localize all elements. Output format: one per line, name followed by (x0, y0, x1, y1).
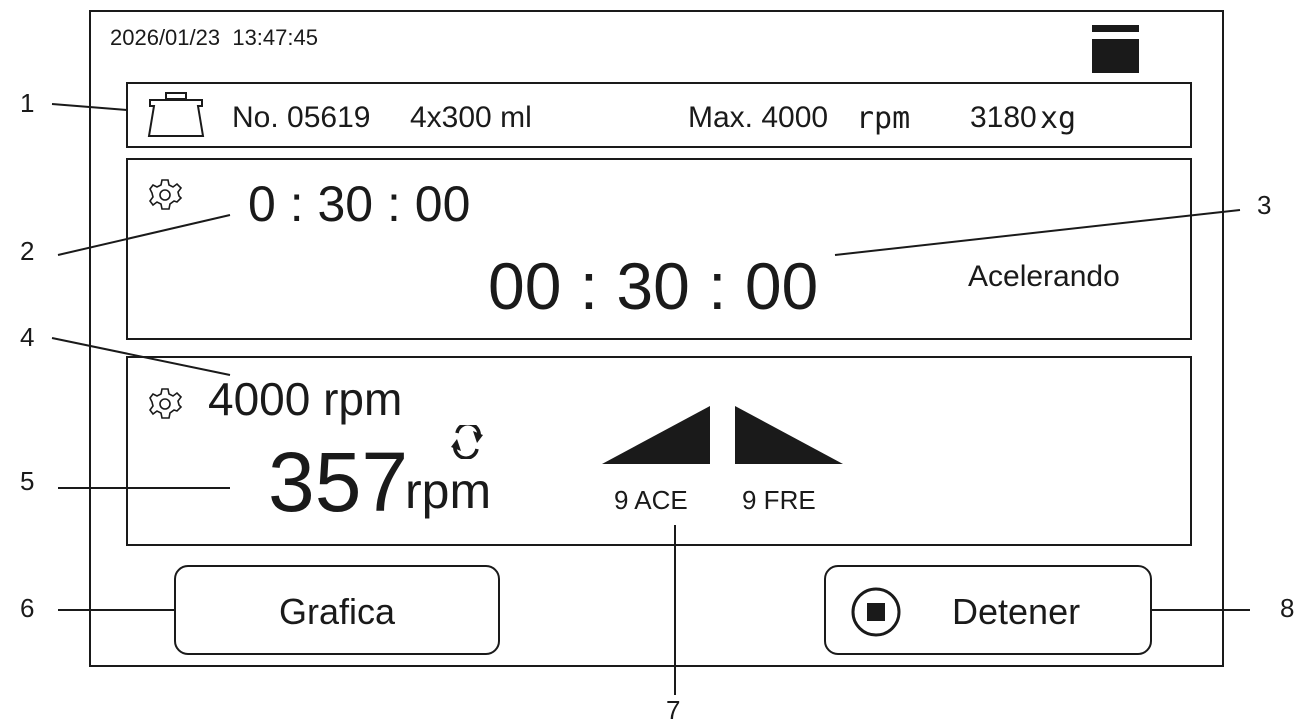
run-status: Acelerando (968, 260, 1120, 293)
graph-button[interactable]: Grafica (174, 565, 500, 655)
set-speed-value: 4000 rpm (208, 373, 403, 425)
stop-button-label: Detener (952, 591, 1081, 632)
brake-level-label[interactable]: 9 FRE (742, 485, 816, 516)
current-speed-value: 357 (268, 435, 409, 529)
stop-icon (850, 586, 902, 643)
acceleration-ramp-icon (600, 404, 712, 471)
callout-5: 5 (20, 466, 35, 496)
callout-8: 8 (1280, 593, 1295, 623)
accel-level-label[interactable]: 9 ACE (614, 485, 688, 516)
callout-6: 6 (20, 593, 35, 623)
max-speed-label: Max. 4000 (688, 101, 829, 134)
rotation-arrows-icon (445, 422, 489, 464)
callout-7: 7 (666, 695, 681, 725)
callout-1: 1 (20, 88, 35, 118)
gear-icon (147, 386, 183, 427)
gear-icon (147, 177, 183, 218)
callout-3: 3 (1257, 190, 1272, 220)
force-unit: xg (1040, 101, 1077, 136)
stop-button[interactable]: Detener (824, 565, 1152, 655)
rotor-icon (144, 92, 208, 145)
force-value: 3180 (970, 101, 1037, 134)
datetime-display: 2026/01/23 13:47:45 (110, 25, 318, 50)
max-speed-unit: rpm (856, 101, 911, 136)
battery-icon (1092, 25, 1140, 80)
current-speed-unit: rpm (405, 463, 492, 519)
set-time-value: 0 : 30 : 00 (248, 176, 471, 232)
rotor-capacity: 4x300 ml (410, 101, 532, 134)
rotor-number: No. 05619 (232, 101, 371, 134)
callout-2: 2 (20, 236, 35, 266)
brake-ramp-icon (733, 404, 845, 471)
remaining-time-value: 00 : 30 : 00 (488, 249, 819, 323)
graph-button-label: Grafica (278, 591, 396, 632)
callout-4: 4 (20, 322, 35, 352)
